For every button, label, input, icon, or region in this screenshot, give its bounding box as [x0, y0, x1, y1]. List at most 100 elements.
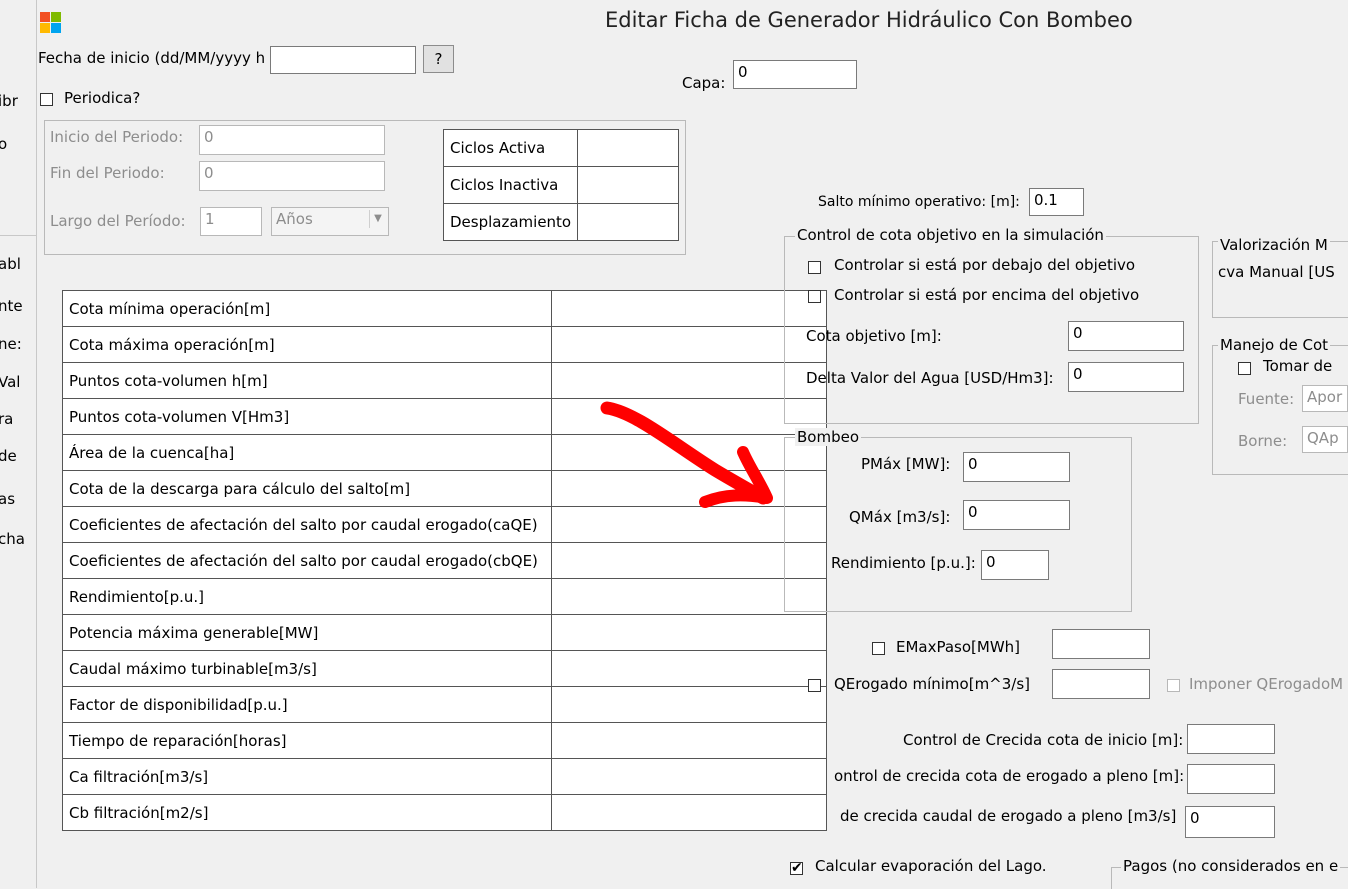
- param-label: Cota máxima operación[m]: [62, 326, 552, 363]
- emax-paso-checkbox[interactable]: [872, 642, 885, 655]
- ciclos-activa-label: Ciclos Activa: [442, 129, 579, 167]
- crecida-caudal-input[interactable]: 0: [1185, 806, 1275, 838]
- periodica-checkbox[interactable]: [40, 93, 53, 106]
- qmax-label: QMáx [m3/s]:: [849, 508, 951, 526]
- param-label: Cota de la descarga para cálculo del sal…: [62, 470, 552, 507]
- left-partial-panel: ibr o abl nte ne: Val ra de as cha: [0, 0, 37, 888]
- ciclos-inactiva-label: Ciclos Inactiva: [442, 166, 579, 204]
- param-label: Área de la cuenca[ha]: [62, 434, 552, 471]
- param-label: Factor de disponibilidad[p.u.]: [62, 686, 552, 723]
- param-label: Cb filtración[m2/s]: [62, 794, 552, 831]
- app-icon: [40, 12, 62, 34]
- left-panel-divider: [0, 235, 36, 236]
- qmax-input[interactable]: 0: [963, 500, 1070, 530]
- crecida-inicio-input[interactable]: [1187, 724, 1275, 754]
- left-panel-text: ra: [0, 410, 14, 428]
- valorizacion-line2: cva Manual [US: [1218, 263, 1335, 281]
- left-panel-text: Val: [0, 373, 21, 391]
- fin-periodo-input[interactable]: 0: [199, 161, 385, 191]
- table-row: Cota máxima operación[m]: [62, 326, 827, 363]
- table-row: Caudal máximo turbinable[m3/s]: [62, 650, 827, 687]
- fin-periodo-label: Fin del Periodo:: [50, 164, 165, 182]
- inicio-periodo-input[interactable]: 0: [199, 125, 385, 155]
- unidad-select[interactable]: Años ▼: [271, 207, 389, 236]
- param-label: Tiempo de reparación[horas]: [62, 722, 552, 759]
- chevron-down-icon: ▼: [369, 210, 386, 228]
- desplazamiento-cell[interactable]: [577, 203, 679, 241]
- table-row: Tiempo de reparación[horas]: [62, 722, 827, 759]
- controlar-debajo-checkbox[interactable]: [808, 261, 821, 274]
- unidad-select-value: Años: [276, 210, 313, 228]
- periodica-label: Periodica?: [64, 89, 141, 107]
- control-cota-title: Control de cota objetivo en la simulació…: [795, 226, 1106, 244]
- param-value-cell[interactable]: [551, 686, 827, 723]
- largo-periodo-input[interactable]: 1: [200, 207, 262, 236]
- cota-objetivo-label: Cota objetivo [m]:: [806, 327, 942, 345]
- left-panel-text: o: [0, 135, 7, 153]
- fecha-inicio-label: Fecha de inicio (dd/MM/yyyy h: [38, 49, 266, 67]
- borne-input[interactable]: QAp: [1302, 426, 1348, 453]
- table-row: Ca filtración[m3/s]: [62, 758, 827, 795]
- delta-valor-input[interactable]: 0: [1068, 362, 1184, 392]
- param-label: Puntos cota-volumen V[Hm3]: [62, 398, 552, 435]
- table-row: Rendimiento[p.u.]: [62, 578, 827, 615]
- help-button[interactable]: ?: [423, 45, 454, 73]
- bombeo-group: [784, 437, 1132, 612]
- param-label: Potencia máxima generable[MW]: [62, 614, 552, 651]
- qerogado-minimo-input[interactable]: [1052, 669, 1150, 699]
- left-panel-text: nte: [0, 297, 23, 315]
- salto-minimo-label: Salto mínimo operativo: [m]:: [818, 194, 1020, 210]
- params-table: Cota mínima operación[m] Cota máxima oper…: [62, 290, 827, 831]
- controlar-encima-checkbox[interactable]: [808, 290, 821, 303]
- param-value-cell[interactable]: [551, 758, 827, 795]
- largo-periodo-label: Largo del Período:: [50, 212, 186, 230]
- param-value-cell[interactable]: [551, 614, 827, 651]
- crecida-pleno-input[interactable]: [1187, 764, 1275, 794]
- ciclos-activa-cell[interactable]: [577, 129, 679, 167]
- param-label: Caudal máximo turbinable[m3/s]: [62, 650, 552, 687]
- pmax-input[interactable]: 0: [963, 452, 1070, 482]
- param-value-cell[interactable]: [551, 650, 827, 687]
- qerogado-minimo-checkbox[interactable]: [808, 679, 821, 692]
- fecha-inicio-input[interactable]: [270, 46, 416, 74]
- app-icon-graphic: [40, 12, 61, 33]
- imponer-qerogado-checkbox[interactable]: [1167, 679, 1180, 692]
- table-row: Factor de disponibilidad[p.u.]: [62, 686, 827, 723]
- left-panel-text: cha: [0, 530, 25, 548]
- fuente-input[interactable]: Apor: [1302, 385, 1348, 412]
- controlar-encima-label: Controlar si está por encima del objetiv…: [834, 286, 1140, 304]
- imponer-qerogado-label: Imponer QErogadoM: [1189, 675, 1344, 693]
- table-row: Ciclos Activa: [442, 129, 679, 167]
- capa-label: Capa:: [682, 74, 726, 92]
- valorizacion-title: Valorización M: [1218, 236, 1330, 254]
- tomar-de-label: Tomar de: [1263, 357, 1333, 375]
- bombeo-title: Bombeo: [795, 428, 862, 446]
- fuente-label: Fuente:: [1238, 390, 1295, 408]
- evaporacion-checkbox[interactable]: ✔: [790, 860, 803, 876]
- inicio-periodo-label: Inicio del Periodo:: [50, 128, 184, 146]
- table-row: Cb filtración[m2/s]: [62, 794, 827, 831]
- salto-minimo-input[interactable]: 0.1: [1029, 188, 1084, 216]
- cota-objetivo-input[interactable]: 0: [1068, 321, 1184, 351]
- param-label: Rendimiento[p.u.]: [62, 578, 552, 615]
- left-panel-text: de: [0, 447, 17, 465]
- ciclos-table: Ciclos Activa Ciclos Inactiva Desplazami…: [442, 129, 679, 241]
- param-label: Cota mínima operación[m]: [62, 290, 552, 327]
- crecida-pleno-label: ontrol de crecida cota de erogado a plen…: [834, 767, 1185, 785]
- capa-input[interactable]: 0: [733, 60, 857, 89]
- delta-valor-label: Delta Valor del Agua [USD/Hm3]:: [806, 369, 1054, 387]
- param-label: Coeficientes de afectación del salto por…: [62, 506, 552, 543]
- param-value-cell[interactable]: [551, 722, 827, 759]
- param-label: Puntos cota-volumen h[m]: [62, 362, 552, 399]
- red-arrow-annotation: [600, 401, 773, 508]
- left-panel-text: ibr: [0, 92, 18, 110]
- param-label: Coeficientes de afectación del salto por…: [62, 542, 552, 579]
- rendimiento-bombeo-input[interactable]: 0: [981, 550, 1049, 580]
- controlar-debajo-label: Controlar si está por debajo del objetiv…: [834, 256, 1136, 274]
- emax-paso-input[interactable]: [1052, 629, 1150, 659]
- window-title: Editar Ficha de Generador Hidráulico Con…: [605, 8, 1133, 32]
- tomar-de-checkbox[interactable]: [1238, 362, 1251, 375]
- ciclos-inactiva-cell[interactable]: [577, 166, 679, 204]
- param-value-cell[interactable]: [551, 794, 827, 831]
- table-row: Ciclos Inactiva: [442, 166, 679, 204]
